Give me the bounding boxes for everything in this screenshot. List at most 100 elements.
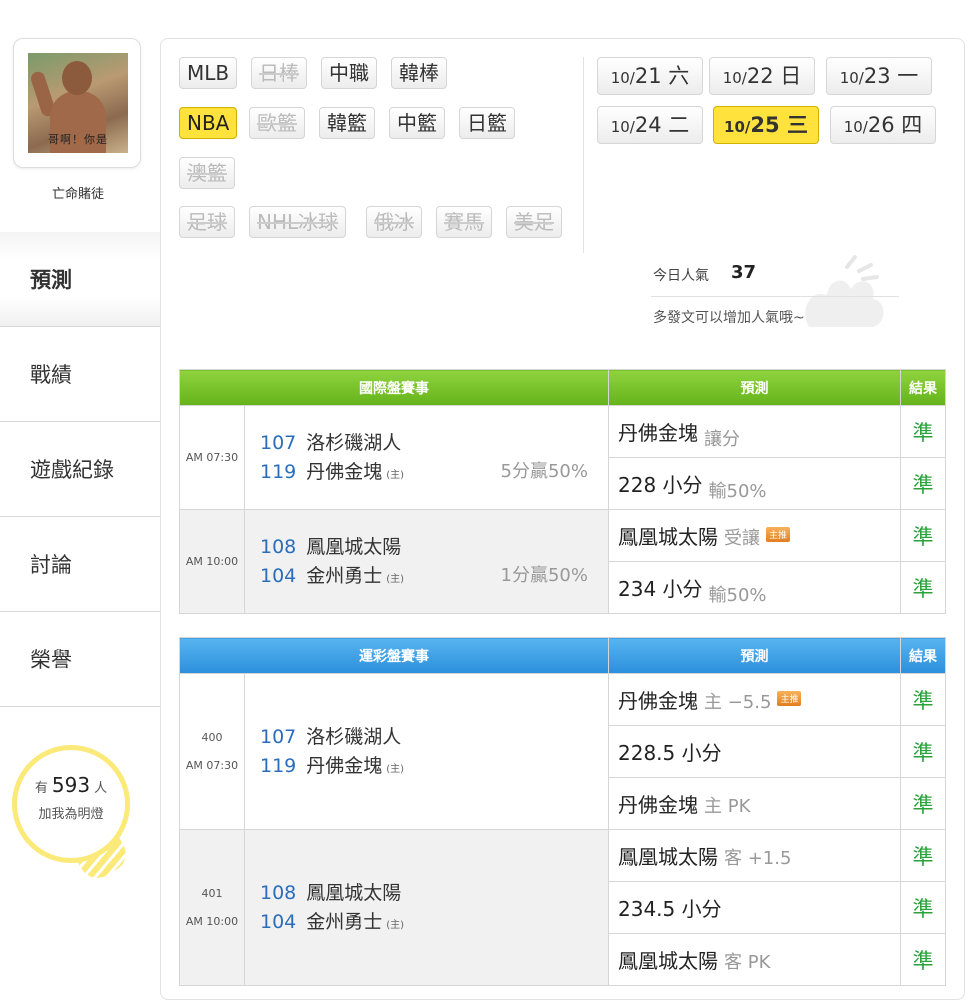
lottery-header-game: 運彩盤賽事	[179, 637, 609, 674]
intl-header-game: 國際盤賽事	[179, 369, 609, 406]
result-cell: 準	[900, 405, 946, 458]
home-marker: (主)	[386, 919, 405, 931]
avatar[interactable]: 哥啊！你是	[13, 38, 141, 168]
category-kr-baseball[interactable]: 韓棒	[391, 57, 447, 89]
sidebar-item-game-history[interactable]: 遊戲紀錄	[0, 422, 160, 517]
team-number: 108	[260, 881, 297, 904]
team-name[interactable]: 洛杉磯湖人	[306, 432, 401, 454]
game-cell: 108 鳳凰城太陽 104 金州勇士 (主)	[244, 829, 609, 986]
home-marker: (主)	[386, 763, 405, 775]
team-number: 107	[260, 725, 297, 748]
category-au-bb: 澳籃	[179, 157, 235, 189]
main-panel: MLB 日棒 中職 韓棒 NBA 歐籃 韓籃 中籃 日籃 澳籃 足球 NHL冰球…	[160, 38, 965, 1000]
date-button-1024[interactable]: 10/24 二	[597, 106, 703, 144]
follower-count: 593	[51, 773, 91, 797]
team-name[interactable]: 鳳凰城太陽	[306, 536, 401, 558]
team-name[interactable]: 鳳凰城太陽	[306, 882, 401, 904]
result-cell: 準	[900, 725, 946, 778]
lottery-header-result: 結果	[900, 637, 946, 674]
date-button-1023[interactable]: 10/23 一	[826, 57, 932, 95]
sidebar-item-honors[interactable]: 榮譽	[0, 612, 160, 707]
sidebar-nav: 預測 戰績 遊戲紀錄 討論 榮譽	[0, 232, 160, 707]
home-marker: (主)	[386, 573, 405, 585]
bulb-suffix: 人	[94, 781, 108, 796]
category-nhl: NHL冰球	[249, 206, 347, 238]
featured-badge: 主推	[777, 691, 802, 706]
table-row: AM 07:30 107 洛杉磯湖人 119 丹佛金塊 (主) 5分贏50% 丹佛金塊…	[179, 405, 946, 510]
category-jp-bb[interactable]: 日籃	[459, 107, 515, 139]
team-name[interactable]: 金州勇士	[306, 911, 382, 933]
date-button-1026[interactable]: 10/26 四	[830, 106, 936, 144]
popularity-tip: 多發文可以增加人氣哦~	[653, 310, 805, 326]
home-marker: (主)	[386, 469, 405, 481]
follower-bulb[interactable]: 有 593 人 加我為明燈	[12, 745, 133, 885]
intl-header-pred: 預測	[608, 369, 901, 406]
category-cpbl[interactable]: 中職	[321, 57, 377, 89]
category-euro-bb: 歐籃	[249, 107, 305, 139]
result-cell: 準	[900, 881, 946, 934]
game-time: AM 10:00	[179, 509, 245, 614]
team-number: 104	[260, 910, 297, 933]
category-us-football: 美足	[506, 206, 562, 238]
game-cell: 107 洛杉磯湖人 119 丹佛金塊 (主) 5分贏50%	[244, 405, 609, 510]
category-kr-bb[interactable]: 韓籃	[319, 107, 375, 139]
date-button-1022[interactable]: 10/22 日	[709, 57, 815, 95]
team-name[interactable]: 金州勇士	[306, 565, 382, 587]
prediction-cell: 234 小分 輸50%	[608, 561, 901, 614]
prediction-cell: 鳳凰城太陽客 +1.5	[608, 829, 901, 882]
result-cell: 準	[900, 457, 946, 510]
game-cell: 107 洛杉磯湖人 119 丹佛金塊 (主)	[244, 673, 609, 830]
category-jp-baseball: 日棒	[251, 57, 307, 89]
date-button-1021[interactable]: 10/21 六	[597, 57, 703, 95]
category-nba[interactable]: NBA	[179, 107, 238, 139]
result-cell: 準	[900, 673, 946, 726]
prediction-cell: 丹佛金塊主 −5.5 主推	[608, 673, 901, 726]
game-time: 400 AM 07:30	[179, 673, 245, 830]
prediction-cell: 丹佛金塊主 PK	[608, 777, 901, 830]
team-number: 119	[260, 754, 297, 777]
avatar-caption: 哥啊！你是	[48, 133, 108, 146]
team-number: 119	[260, 460, 297, 483]
sidebar-item-discussion[interactable]: 討論	[0, 517, 160, 612]
lottery-table: 運彩盤賽事 預測 結果 400 AM 07:30 107 洛杉磯湖人 119 丹佛金塊…	[179, 637, 946, 986]
game-code: 401	[201, 886, 223, 900]
category-cn-bb[interactable]: 中籃	[389, 107, 445, 139]
team-number: 104	[260, 564, 297, 587]
team-number: 107	[260, 431, 297, 454]
result-cell: 準	[900, 509, 946, 562]
spread-result: 1分贏50%	[500, 564, 588, 586]
sidebar-item-record[interactable]: 戰績	[0, 327, 160, 422]
table-row: 401 AM 10:00 108 鳳凰城太陽 104 金州勇士 (主) 鳳凰城太陽客 +…	[179, 829, 946, 986]
spread-result: 5分贏50%	[500, 460, 588, 482]
game-code: 400	[201, 730, 223, 744]
divider	[583, 57, 584, 253]
category-soccer: 足球	[179, 206, 235, 238]
game-time: 401 AM 10:00	[179, 829, 245, 986]
team-name[interactable]: 丹佛金塊	[306, 755, 382, 777]
username[interactable]: 亡命賭徒	[0, 183, 156, 202]
avatar-image: 哥啊！你是	[28, 53, 128, 153]
prediction-cell: 鳳凰城太陽 受讓 主推	[608, 509, 901, 562]
bulb-caption: 加我為明燈	[38, 807, 104, 822]
prediction-cell: 228 小分 輸50%	[608, 457, 901, 510]
bulb-prefix: 有	[34, 781, 48, 796]
table-row: 400 AM 07:30 107 洛杉磯湖人 119 丹佛金塊 (主) 丹佛金塊主 −5…	[179, 673, 946, 830]
team-name[interactable]: 丹佛金塊	[306, 461, 382, 483]
sidebar-item-predictions[interactable]: 預測	[0, 232, 160, 327]
intl-table: 國際盤賽事 預測 結果 AM 07:30 107 洛杉磯湖人 119 丹佛金塊 (主)…	[179, 369, 946, 614]
prediction-cell: 228.5 小分	[608, 725, 901, 778]
popularity-label: 今日人氣	[653, 268, 709, 284]
prediction-cell: 丹佛金塊 讓分	[608, 405, 901, 458]
result-cell: 準	[900, 777, 946, 830]
result-cell: 準	[900, 933, 946, 986]
lottery-header-pred: 預測	[608, 637, 901, 674]
table-row: AM 10:00 108 鳳凰城太陽 104 金州勇士 (主) 1分贏50% 鳳凰城太…	[179, 509, 946, 614]
team-name[interactable]: 洛杉磯湖人	[306, 726, 401, 748]
sidebar: 哥啊！你是 亡命賭徒 預測 戰績 遊戲紀錄 討論 榮譽 有 593 人 加我為明燈	[0, 0, 160, 1000]
result-cell: 準	[900, 561, 946, 614]
date-button-1025[interactable]: 10/25 三	[713, 106, 819, 144]
prediction-cell: 234.5 小分	[608, 881, 901, 934]
category-horse: 賽馬	[436, 206, 492, 238]
category-mlb[interactable]: MLB	[179, 57, 238, 89]
result-cell: 準	[900, 829, 946, 882]
